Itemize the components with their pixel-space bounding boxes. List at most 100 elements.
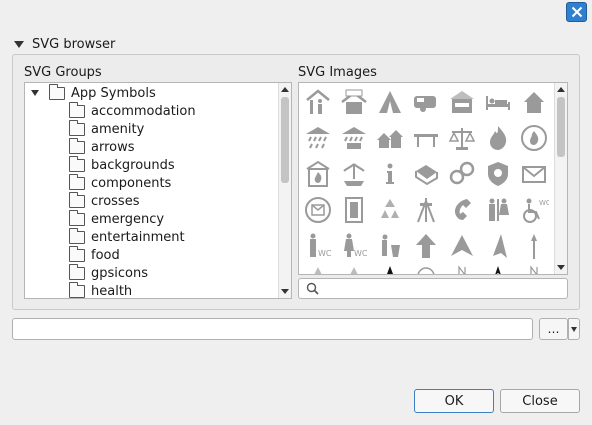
police-badge-icon[interactable] bbox=[480, 156, 516, 192]
ok-button[interactable]: OK bbox=[414, 389, 494, 413]
scroll-up-icon[interactable] bbox=[557, 87, 565, 92]
tree-item-app-symbols[interactable]: App Symbols bbox=[31, 83, 156, 102]
rain-shelter-icon[interactable] bbox=[300, 120, 336, 156]
scroll-down-icon[interactable] bbox=[281, 289, 289, 294]
postbox-icon[interactable] bbox=[300, 192, 336, 228]
arrow-partial-icon[interactable] bbox=[336, 260, 372, 274]
scroll-thumb[interactable] bbox=[281, 97, 289, 183]
scroll-down-icon[interactable] bbox=[557, 265, 565, 270]
tent-icon[interactable] bbox=[372, 84, 408, 120]
folder-icon bbox=[49, 83, 65, 100]
dialog-titlebar bbox=[0, 0, 592, 25]
browse-button[interactable]: … bbox=[539, 318, 568, 340]
svg-images-grid[interactable]: WC WC WC bbox=[298, 82, 568, 275]
north-arrow-black-icon[interactable] bbox=[480, 260, 516, 274]
tree-item[interactable]: accommodation bbox=[69, 101, 196, 120]
north-letter-icon[interactable] bbox=[516, 260, 552, 274]
tree-item-label: amenity bbox=[91, 121, 145, 137]
section-title: SVG browser bbox=[32, 36, 116, 52]
fountain-icon[interactable] bbox=[336, 156, 372, 192]
tree-item-label: health bbox=[91, 283, 133, 299]
arrow-north-icon[interactable] bbox=[480, 228, 516, 264]
tree-item-label: food bbox=[91, 247, 120, 263]
camping-icon[interactable] bbox=[300, 84, 336, 120]
arrow-partial-icon[interactable] bbox=[300, 260, 336, 274]
fire-badge-icon[interactable] bbox=[516, 120, 552, 156]
close-button-label: Close bbox=[522, 393, 558, 409]
rain-shelter-2-icon[interactable] bbox=[336, 120, 372, 156]
tree-item[interactable]: backgrounds bbox=[69, 155, 175, 174]
north-letter-icon[interactable] bbox=[444, 260, 480, 274]
tree-scrollbar[interactable] bbox=[278, 83, 291, 298]
hotel-icon[interactable] bbox=[444, 84, 480, 120]
phone-booth-icon[interactable] bbox=[336, 192, 372, 228]
folder-icon bbox=[69, 173, 85, 190]
scroll-thumb[interactable] bbox=[557, 97, 565, 157]
close-icon bbox=[571, 6, 582, 18]
arrow-up-icon[interactable] bbox=[408, 228, 444, 264]
toilets-icon[interactable] bbox=[480, 192, 516, 228]
close-dialog-button[interactable]: Close bbox=[500, 389, 580, 413]
folder-icon bbox=[69, 119, 85, 136]
tree-item[interactable]: gpsicons bbox=[69, 263, 149, 282]
folder-icon bbox=[69, 155, 85, 172]
collapse-arrow-icon bbox=[14, 40, 24, 48]
svg-text:WC: WC bbox=[318, 249, 332, 258]
folder-icon bbox=[69, 137, 85, 154]
tree-item-label: arrows bbox=[91, 139, 135, 155]
toilets-female-icon[interactable]: WC bbox=[336, 228, 372, 264]
tree-item-label: backgrounds bbox=[91, 157, 175, 173]
folder-icon bbox=[69, 263, 85, 280]
book-icon[interactable] bbox=[408, 156, 444, 192]
toilets-waste-icon[interactable] bbox=[372, 228, 408, 264]
tree-item[interactable]: components bbox=[69, 173, 171, 192]
images-scrollbar[interactable] bbox=[554, 83, 567, 274]
caravan-icon[interactable] bbox=[408, 84, 444, 120]
toilets-male-icon[interactable]: WC bbox=[300, 228, 336, 264]
wheelchair-wc-icon[interactable]: WC bbox=[516, 192, 552, 228]
bench-icon[interactable] bbox=[408, 120, 444, 156]
scroll-up-icon[interactable] bbox=[281, 87, 289, 92]
house-icon[interactable] bbox=[516, 84, 552, 120]
hostel-sign-icon[interactable] bbox=[336, 84, 372, 120]
svg-browser-toggle[interactable]: SVG browser bbox=[14, 35, 115, 53]
tree-item[interactable]: health bbox=[69, 281, 133, 299]
recycling-icon[interactable] bbox=[372, 192, 408, 228]
image-search-input[interactable] bbox=[298, 278, 568, 299]
svg-groups-tree[interactable]: App Symbols accommodation amenity arrows… bbox=[24, 82, 292, 299]
tree-item-label: entertainment bbox=[91, 229, 185, 245]
tree-item[interactable]: crosses bbox=[69, 191, 139, 210]
tree-item-label: accommodation bbox=[91, 103, 196, 119]
svg-groups-label: SVG Groups bbox=[24, 65, 102, 80]
browse-button-label: … bbox=[547, 322, 560, 336]
tree-item-label: gpsicons bbox=[91, 265, 149, 281]
information-icon[interactable] bbox=[372, 156, 408, 192]
tree-item-label: App Symbols bbox=[71, 85, 156, 101]
svg-path-field[interactable] bbox=[12, 318, 533, 340]
easel-icon[interactable] bbox=[408, 192, 444, 228]
fire-station-icon[interactable] bbox=[300, 156, 336, 192]
compass-icon[interactable] bbox=[408, 260, 444, 274]
arrow-thin-icon[interactable] bbox=[516, 228, 552, 264]
arrow-black-icon[interactable] bbox=[372, 260, 408, 274]
expand-arrow-icon bbox=[31, 90, 39, 96]
folder-icon bbox=[69, 101, 85, 118]
mail-icon[interactable] bbox=[516, 156, 552, 192]
ok-button-label: OK bbox=[444, 393, 464, 409]
telephone-icon[interactable] bbox=[444, 192, 480, 228]
arrow-northeast-icon[interactable] bbox=[444, 228, 480, 264]
search-icon bbox=[306, 282, 319, 295]
houses-icon[interactable] bbox=[372, 120, 408, 156]
scales-icon[interactable] bbox=[444, 120, 480, 156]
handcuffs-icon[interactable] bbox=[444, 156, 480, 192]
tree-item[interactable]: emergency bbox=[69, 209, 164, 228]
tree-item[interactable]: entertainment bbox=[69, 227, 185, 246]
fire-icon[interactable] bbox=[480, 120, 516, 156]
tree-item[interactable]: amenity bbox=[69, 119, 145, 138]
browse-dropdown-button[interactable] bbox=[568, 318, 580, 340]
close-button[interactable] bbox=[566, 2, 587, 22]
tree-item[interactable]: food bbox=[69, 245, 120, 264]
tree-item[interactable]: arrows bbox=[69, 137, 135, 156]
bed-icon[interactable] bbox=[480, 84, 516, 120]
svg-text:WC: WC bbox=[539, 199, 549, 207]
